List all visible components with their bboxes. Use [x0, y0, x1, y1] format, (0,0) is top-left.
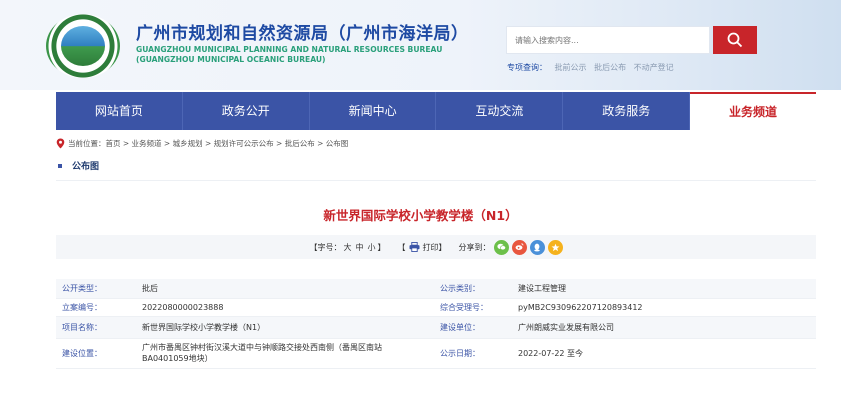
info-label-project-name: 项目名称：	[56, 316, 136, 339]
info-value-location: 广州市番禺区钟村街汉溪大道中与钟顺路交接处西南侧（番禺区南站BA0401059地…	[136, 338, 434, 369]
section-title: 公布图	[72, 162, 100, 172]
breadcrumb: 当前位置： 首页 > 业务频道 > 城乡规划 > 规划许可公示公布 > 批后公布…	[56, 138, 348, 149]
info-value-case-number: 2022080000023888	[136, 298, 434, 317]
nav-item-home[interactable]: 网站首页	[56, 92, 183, 130]
nav-item-interaction[interactable]: 互动交流	[436, 92, 564, 130]
nav-item-business-channel[interactable]: 业务频道	[690, 92, 816, 130]
weibo-icon[interactable]	[511, 239, 527, 255]
print-group[interactable]: 【 打印 】	[398, 242, 447, 253]
site-title-cn: 广州市规划和自然资源局（广州市海洋局）	[136, 24, 469, 44]
info-label-publicity-category: 公示类别：	[434, 279, 512, 299]
font-size-large[interactable]: 大	[344, 242, 352, 253]
info-value-acceptance-number: pyMB2C930962207120893412	[512, 298, 816, 317]
info-value-disclosure-type: 批后	[136, 279, 434, 299]
article-toolbar: 【字号： 大 中 小 】 【 打印 】 分享到：	[56, 235, 816, 259]
qzone-icon[interactable]	[547, 239, 563, 255]
site-header: 广州市规划和自然资源局（广州市海洋局） GUANGZHOU MUNICIPAL …	[0, 0, 841, 90]
info-row: 公开类型： 批后 公示类别： 建设工程管理	[56, 279, 816, 299]
font-size-small[interactable]: 小	[368, 242, 376, 253]
font-size-close: 】	[377, 242, 386, 252]
section-marker	[58, 163, 62, 168]
search-icon	[727, 32, 743, 48]
nav-item-services[interactable]: 政务服务	[563, 92, 691, 130]
share-label: 分享到：	[458, 242, 491, 252]
info-value-construction-unit: 广州朗威实业发展有限公司	[512, 316, 816, 339]
share-group: 分享到：	[458, 239, 563, 255]
info-label-publicity-date: 公示日期：	[434, 338, 512, 369]
site-title-en: GUANGZHOU MUNICIPAL PLANNING AND NATURAL…	[136, 45, 442, 65]
location-pin-icon	[56, 138, 65, 149]
breadcrumb-path[interactable]: 首页 > 业务频道 > 城乡规划 > 规划许可公示公布 > 批后公布 > 公布图	[106, 138, 349, 149]
section-heading: 公布图	[58, 159, 99, 172]
font-size-group: 【字号： 大 中 小 】	[310, 242, 386, 253]
info-value-publicity-date: 2022-07-22 至今	[512, 338, 816, 369]
printer-icon	[409, 242, 419, 252]
special-link-real-estate[interactable]: 不动产登记	[634, 63, 674, 72]
info-label-case-number: 立案编号：	[56, 298, 136, 317]
info-row: 项目名称： 新世界国际学校小学教学楼（N1） 建设单位： 广州朗威实业发展有限公…	[56, 316, 816, 339]
special-query: 专项查询： 批前公示 批后公布 不动产登记	[507, 62, 674, 73]
font-size-medium[interactable]: 中	[356, 242, 364, 253]
site-title-en-line1: GUANGZHOU MUNICIPAL PLANNING AND NATURAL…	[136, 45, 443, 54]
info-row: 建设位置： 广州市番禺区钟村街汉溪大道中与钟顺路交接处西南侧（番禺区南站BA04…	[56, 338, 816, 369]
site-title-en-line2: (GUANGZHOU MUNICIPAL OCEANIC BUREAU)	[136, 55, 326, 64]
special-link-pre-publicity[interactable]: 批前公示	[555, 63, 587, 72]
special-link-post-publication[interactable]: 批后公布	[594, 63, 626, 72]
qq-icon[interactable]	[529, 239, 545, 255]
main-nav: 网站首页 政务公开 新闻中心 互动交流 政务服务 业务频道	[56, 92, 816, 130]
info-label-acceptance-number: 综合受理号：	[434, 298, 512, 317]
print-close-bracket: 】	[438, 242, 447, 252]
wechat-icon[interactable]	[493, 239, 509, 255]
nav-item-government-affairs[interactable]: 政务公开	[183, 92, 310, 130]
bureau-logo	[46, 14, 120, 78]
print-open-bracket: 【	[397, 242, 406, 252]
info-value-project-name: 新世界国际学校小学教学楼（N1）	[136, 316, 434, 339]
article-title: 新世界国际学校小学教学楼（N1）	[323, 208, 518, 223]
nav-item-news[interactable]: 新闻中心	[310, 92, 437, 130]
info-row: 立案编号： 2022080000023888 综合受理号： pyMB2C9309…	[56, 298, 816, 317]
print-label: 打印	[422, 242, 439, 252]
breadcrumb-label: 当前位置：	[68, 139, 106, 148]
info-label-disclosure-type: 公开类型：	[56, 279, 136, 299]
font-size-label: 【字号：	[309, 242, 342, 252]
search-input[interactable]	[507, 27, 703, 53]
search-button[interactable]	[713, 26, 757, 54]
section-divider	[56, 180, 816, 181]
search-box	[506, 26, 710, 54]
project-info-table: 公开类型： 批后 公示类别： 建设工程管理 立案编号： 202208000002…	[56, 279, 816, 369]
special-query-label: 专项查询：	[507, 63, 547, 72]
logo-emblem	[61, 26, 105, 66]
info-value-publicity-category: 建设工程管理	[512, 279, 816, 299]
info-label-construction-unit: 建设单位：	[434, 316, 512, 339]
info-label-location: 建设位置：	[56, 338, 136, 369]
